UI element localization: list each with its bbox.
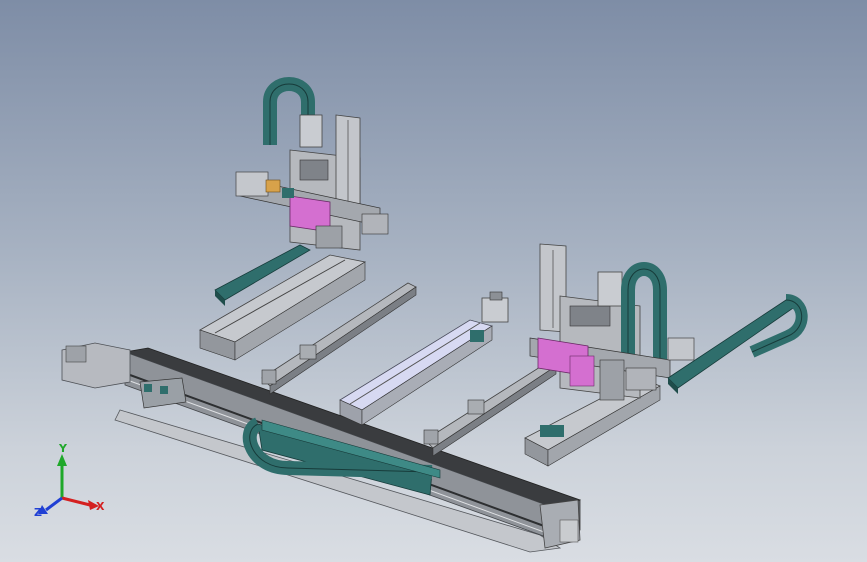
coordinate-triad: Y X Z [34, 442, 105, 519]
z-axis-label: Z [34, 506, 42, 519]
y-axis-arrowhead [57, 454, 67, 466]
x-axis-label: X [96, 500, 105, 513]
x-axis-arrow [61, 496, 91, 507]
z-axis-arrow [45, 496, 63, 512]
gantry-unit-right[interactable] [524, 243, 808, 467]
cad-viewport[interactable]: Y X Z [0, 0, 867, 562]
assembly-scene[interactable]: Y X Z [0, 0, 867, 562]
y-axis-label: Y [58, 442, 68, 455]
